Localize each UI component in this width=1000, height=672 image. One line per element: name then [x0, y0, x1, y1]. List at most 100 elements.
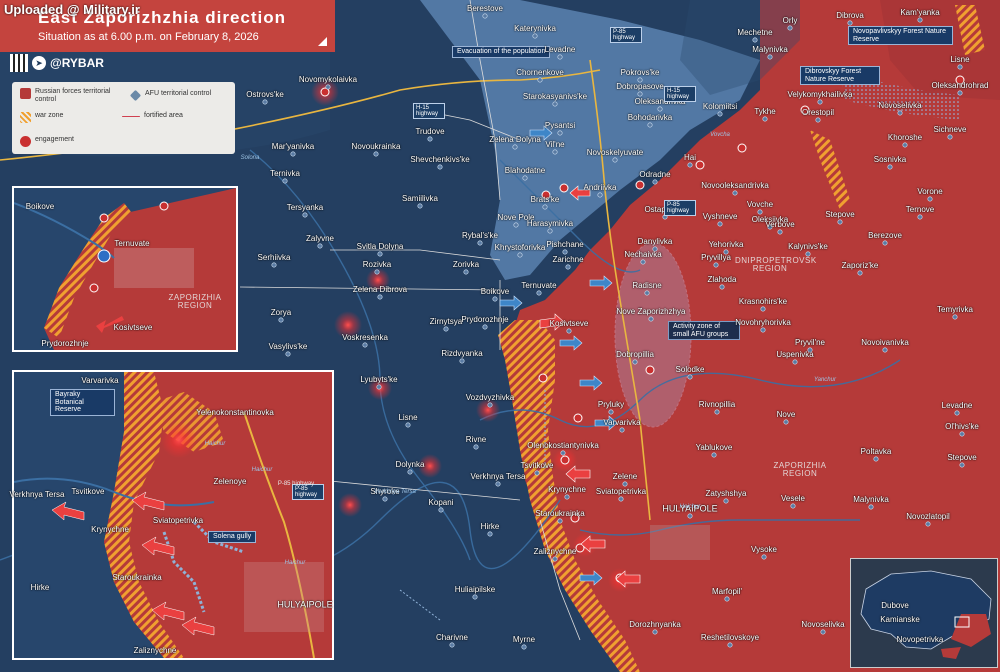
- place-marker-novoselivka: [897, 110, 903, 116]
- inset-bottom-label-krynychne: Krynychne: [91, 525, 129, 534]
- place-label-tersyanka: Tersyanka: [286, 203, 324, 212]
- place-marker-myrne: [521, 644, 527, 650]
- place-marker-novooleksandrivka: [732, 190, 738, 196]
- place-label-dubove: Dubove: [881, 601, 909, 610]
- place-label-levadne: Levadne: [544, 45, 576, 54]
- place-label-charivne: Charivne: [435, 633, 469, 642]
- rf-swatch-icon: [20, 88, 31, 99]
- river-label-vovcha-1: Vovcha: [710, 132, 730, 138]
- callout-activity-text: Activity zone of small AFU groups: [673, 323, 729, 338]
- place-marker-poltavka: [873, 456, 879, 462]
- legend-afu-label: AFU territorial control: [145, 90, 212, 97]
- place-label-levadne: Levadne: [941, 401, 973, 410]
- place-marker-mar-yanivka: [290, 151, 296, 157]
- place-label-novomykolaivka: Novomykolaivka: [298, 75, 358, 84]
- place-label-vozdvyzhivka: Vozdvyzhivka: [465, 393, 515, 402]
- place-marker-nechaivka: [640, 259, 646, 265]
- place-label-kalynivs-ke: Kalynivs'ke: [788, 242, 828, 251]
- place-marker-orly: [787, 25, 793, 31]
- place-marker-malynivka: [868, 504, 874, 510]
- place-label-rozivka: Rozivka: [362, 260, 392, 269]
- fortified-swatch-icon: [122, 116, 140, 117]
- place-label-uspenivka: Uspenivka: [776, 350, 814, 359]
- region-label-zaporizhia-inset: ZAPORIZHIA REGION: [168, 293, 222, 310]
- place-label-radisne: Radisne: [632, 281, 662, 290]
- legend-afu: AFU territorial control: [129, 89, 230, 102]
- place-label-stepove: Stepove: [947, 453, 977, 462]
- place-label-rivnopillia: Rivnopillia: [698, 400, 736, 409]
- map-legend: Russian forces territorial control AFU t…: [12, 82, 235, 154]
- place-marker-varvarivka: [619, 427, 625, 433]
- inset-bottom-label-hirke: Hirke: [30, 583, 50, 592]
- place-marker-zorya: [278, 317, 284, 323]
- legend-war: war zone: [20, 112, 63, 123]
- place-marker-kolomiitsi: [717, 111, 723, 117]
- place-label-myrne: Myrne: [512, 635, 536, 644]
- place-label-dibrova: Dibrova: [836, 11, 864, 20]
- inset-bottom-label-yelenokonstantinovka: Yelenokonstantinovka: [196, 408, 274, 417]
- place-marker-sichneve: [947, 134, 953, 140]
- legend-rf: Russian forces territorial control: [20, 88, 115, 104]
- place-marker-levadne: [954, 410, 960, 416]
- place-marker-berezove: [882, 240, 888, 246]
- place-marker-nove-zaporizhzhya: [648, 316, 654, 322]
- place-label-novoivanivka: Novoivanivka: [861, 338, 909, 347]
- place-marker-pysantsi: [557, 130, 563, 136]
- place-label-novoselivka: Novoselivka: [878, 101, 922, 110]
- place-marker-vozdvyzhivka: [487, 402, 493, 408]
- callout-bayraky-text: Bayraky Botanical Reserve: [55, 391, 84, 414]
- place-label-kosivtseve: Kosivtseve: [549, 319, 589, 328]
- place-marker-stepove: [837, 219, 843, 225]
- place-label-vyshneve: Vyshneve: [702, 212, 738, 221]
- place-marker-khoroshe: [902, 142, 908, 148]
- place-marker-boikove: [492, 296, 498, 302]
- place-marker-dolynka: [407, 469, 413, 475]
- place-marker-novoskelyuvate: [612, 157, 618, 163]
- place-marker-zalyvne: [317, 243, 323, 249]
- place-label-novopetrivka: Novopetrivka: [896, 635, 944, 644]
- place-label-svitla-dolyna: Svitla Dolyna: [356, 242, 404, 251]
- place-label-orestopil: Orestopil: [801, 108, 835, 117]
- place-marker-katerynivka: [532, 33, 538, 39]
- place-marker-pryluky: [608, 409, 614, 415]
- place-marker-starokasyanivs-ke: [552, 101, 558, 107]
- place-label-zelene: Zelene: [612, 472, 638, 481]
- place-marker-dorozhnyanka: [652, 629, 658, 635]
- place-marker-pishchane: [562, 249, 568, 255]
- place-label-lisne: Lisne: [398, 413, 418, 422]
- place-label-huliaipilske: Huliaipilske: [454, 585, 496, 594]
- place-marker-chornenkove: [537, 77, 543, 83]
- telegram-icon[interactable]: ➤: [32, 56, 46, 70]
- brand-bar: ➤ @RYBAR: [10, 54, 104, 72]
- place-label-pryluky: Pryluky: [597, 400, 625, 409]
- place-label-ternove: Ternove: [905, 205, 935, 214]
- place-label-mar-yanivka: Mar'yanivka: [271, 142, 315, 151]
- legend-war-label: war zone: [35, 112, 64, 119]
- place-marker-vyshneve: [717, 221, 723, 227]
- inset-bottom-label-verkhnya-tersa: Verkhnya Tersa: [9, 490, 65, 499]
- place-label-krynychne: Krynychne: [548, 485, 586, 494]
- place-marker-shyroke: [382, 496, 388, 502]
- inset-bottom-extra-0: Haichur: [204, 441, 226, 447]
- brand-name[interactable]: @RYBAR: [50, 56, 104, 70]
- place-label-zaliznychne: Zaliznychne: [533, 547, 577, 556]
- place-marker-tersyanka: [302, 212, 308, 218]
- place-marker-olenokostiantynivka: [560, 450, 566, 456]
- place-marker-zelena-dibrova: [377, 294, 383, 300]
- river-label-haichur-5: Haichur: [251, 467, 273, 473]
- river-label-verkhnya-tersa-2: Verkhnya Tersa: [374, 489, 416, 495]
- place-label-sviatopetrivka: Sviatopetrivka: [595, 487, 647, 496]
- place-label-berezove: Berezove: [868, 231, 902, 240]
- place-label-novoskelyuvate: Novoskelyuvate: [586, 148, 644, 157]
- place-label-reshetilovskoye: Reshetilovskoye: [700, 633, 760, 642]
- place-label-vasylivs-ke: Vasylivs'ke: [268, 342, 308, 351]
- place-label-prydorozhnje: Prydorozhnje: [461, 315, 509, 324]
- place-marker-bohodarivka: [647, 122, 653, 128]
- place-marker-nove-pole: [513, 222, 519, 228]
- place-marker-charivne: [449, 642, 455, 648]
- callout-forest-2-text: Dibrovskyy Forest Nature Reserve: [805, 68, 862, 83]
- place-label-zelena-dolyna: Zelena Dolyna: [489, 135, 541, 144]
- place-marker-khrystoforivka: [517, 252, 523, 258]
- place-label-trudove: Trudove: [415, 127, 445, 136]
- place-marker-zirnytsya: [443, 326, 449, 332]
